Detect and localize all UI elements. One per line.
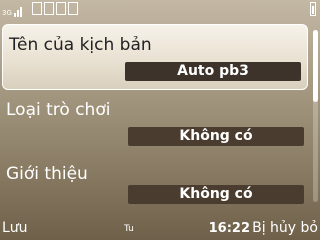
item-value-field[interactable]: Auto pb3 — [125, 62, 301, 81]
signal-strength-icon: 3G — [2, 3, 22, 17]
placeholder-glyph-icon — [56, 2, 66, 15]
scrollbar-thumb[interactable] — [313, 30, 318, 102]
item-label: Giới thiệu — [6, 164, 88, 184]
cancel-softkey[interactable]: Bị hủy bỏ — [252, 220, 318, 236]
list-item-scenario-name[interactable]: Tên của kịch bản Auto pb3 — [2, 24, 308, 90]
item-value-field[interactable]: Không có — [128, 127, 304, 146]
save-softkey[interactable]: Lưu — [2, 220, 28, 236]
softkey-bar: Lưu Tu 16:22 Bị hủy bỏ — [0, 214, 320, 240]
battery-icon — [310, 2, 316, 16]
placeholder-glyph-icon — [68, 2, 78, 15]
clock: 16:22 — [208, 221, 250, 236]
item-label: Tên của kịch bản — [9, 35, 152, 55]
item-value-field[interactable]: Không có — [128, 185, 304, 204]
item-label: Loại trò chơi — [6, 100, 111, 120]
status-bar: 3G — [0, 0, 320, 20]
placeholder-glyph-icon — [32, 2, 42, 15]
input-mode-indicator: Tu — [124, 224, 134, 234]
placeholder-glyph-icon — [44, 2, 54, 15]
list-item-introduction[interactable]: Giới thiệu Không có — [0, 154, 310, 218]
network-type-label: 3G — [2, 9, 12, 17]
scrollbar[interactable] — [313, 30, 318, 202]
list-item-game-type[interactable]: Loại trò chơi Không có — [0, 90, 310, 154]
title-placeholder-boxes — [32, 2, 78, 15]
